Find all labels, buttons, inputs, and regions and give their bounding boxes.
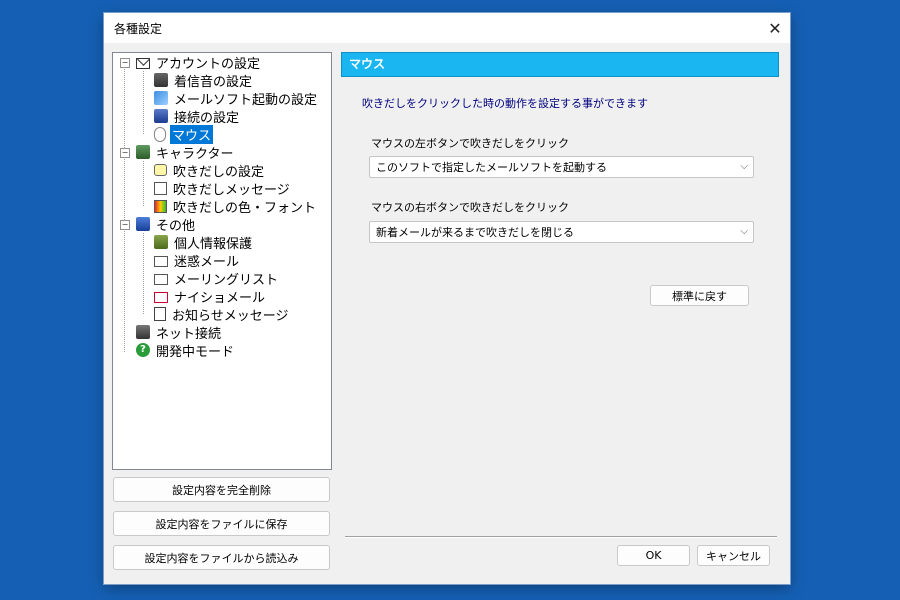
tree-item-label: 開発中モード	[156, 344, 235, 360]
right-click-action-value: 新着メールが来るまで吹きだしを閉じる	[376, 226, 574, 239]
right-click-label: マウスの右ボタンで吹きだしをクリック	[371, 201, 569, 214]
tree-item-label: 個人情報保護	[174, 236, 253, 252]
tree-item-other[interactable]: その他	[136, 215, 197, 234]
expand-toggle[interactable]: −	[120, 58, 130, 68]
expand-toggle[interactable]: −	[120, 148, 130, 158]
tree-item-balloon[interactable]: 吹きだしの設定	[154, 161, 266, 180]
close-icon[interactable]: ✕	[760, 13, 790, 43]
tree-item-label: 接続の設定	[174, 110, 240, 126]
tree-item-label: マウス	[170, 124, 214, 144]
spam-mail-icon	[154, 255, 168, 267]
notice-icon	[154, 307, 166, 321]
tree-connector	[124, 69, 125, 352]
window-title: 各種設定	[114, 22, 163, 36]
tree-item-notice[interactable]: お知らせメッセージ	[154, 305, 290, 324]
tree-item-balloon-color-font[interactable]: 吹きだしの色・フォント	[154, 197, 318, 216]
tree-item-account[interactable]: アカウントの設定	[136, 53, 262, 72]
settings-tree[interactable]: − − − アカウントの設定 着信音の設定 メールソフト起動の設定 接続の設定 …	[112, 52, 332, 470]
launch-icon	[154, 91, 168, 105]
tree-item-label: お知らせメッセージ	[172, 308, 289, 324]
tree-item-label: 吹きだしの設定	[173, 164, 265, 180]
save-to-file-button[interactable]: 設定内容をファイルに保存	[113, 511, 330, 536]
left-click-action-value: このソフトで指定したメールソフトを起動する	[376, 161, 607, 174]
tree-item-label: 着信音の設定	[174, 74, 253, 90]
connection-icon	[154, 109, 168, 123]
left-click-label: マウスの左ボタンで吹きだしをクリック	[371, 137, 569, 150]
tree-connector	[143, 161, 144, 206]
tree-item-connection[interactable]: 接続の設定	[154, 107, 241, 126]
tree-item-character[interactable]: キャラクター	[136, 143, 235, 162]
bell-icon	[154, 73, 168, 87]
tree-item-label: キャラクター	[156, 146, 234, 162]
mailing-list-icon	[154, 273, 168, 285]
left-click-action-select[interactable]: このソフトで指定したメールソフトを起動する ⌵	[369, 156, 754, 178]
tree-item-mouse[interactable]: マウス	[154, 124, 214, 144]
tree-item-label: その他	[156, 218, 196, 234]
reset-default-button[interactable]: 標準に戻す	[650, 285, 749, 306]
right-click-action-select[interactable]: 新着メールが来るまで吹きだしを閉じる ⌵	[369, 221, 754, 243]
tree-connector	[143, 233, 144, 314]
tree-item-label: 迷惑メール	[174, 254, 240, 270]
tree-connector	[143, 71, 144, 134]
settings-dialog: 各種設定 ✕ − − − アカウントの設定 着信音の設定 メールソフト起動の設定…	[104, 13, 790, 584]
footer-divider	[345, 536, 777, 538]
character-icon	[136, 145, 150, 159]
mail-account-icon	[136, 57, 150, 69]
ok-button[interactable]: OK	[617, 545, 690, 566]
network-icon	[136, 325, 150, 339]
tree-item-label: メールソフト起動の設定	[174, 92, 318, 108]
load-from-file-button[interactable]: 設定内容をファイルから読込み	[113, 545, 330, 570]
other-icon	[136, 217, 150, 231]
tree-item-label: 吹きだしメッセージ	[173, 182, 290, 198]
message-icon	[154, 181, 167, 195]
help-icon: ?	[136, 343, 150, 357]
tree-item-secret-mail[interactable]: ナイショメール	[154, 287, 267, 306]
panel-header: マウス	[341, 52, 779, 77]
color-font-icon	[154, 199, 167, 213]
panel-description: 吹きだしをクリックした時の動作を設定する事ができます	[362, 97, 648, 110]
tree-item-label: ナイショメール	[174, 290, 266, 306]
chevron-down-icon: ⌵	[740, 226, 748, 237]
tree-item-label: ネット接続	[156, 326, 222, 342]
privacy-icon	[154, 235, 168, 249]
tree-item-dev-mode[interactable]: ? 開発中モード	[136, 341, 236, 360]
tree-item-balloon-message[interactable]: 吹きだしメッセージ	[154, 179, 292, 198]
title-bar: 各種設定 ✕	[104, 13, 790, 43]
mouse-icon	[154, 126, 166, 142]
tree-item-label: アカウントの設定	[156, 56, 261, 72]
tree-item-mailing-list[interactable]: メーリングリスト	[154, 269, 280, 288]
cancel-button[interactable]: キャンセル	[697, 545, 770, 566]
balloon-icon	[154, 164, 167, 176]
delete-all-button[interactable]: 設定内容を完全削除	[113, 477, 330, 502]
tree-item-label: メーリングリスト	[174, 272, 279, 288]
tree-item-network[interactable]: ネット接続	[136, 323, 223, 342]
chevron-down-icon: ⌵	[740, 161, 748, 172]
tree-item-label: 吹きだしの色・フォント	[173, 200, 317, 216]
tree-item-spam[interactable]: 迷惑メール	[154, 251, 241, 270]
tree-item-privacy[interactable]: 個人情報保護	[154, 233, 254, 252]
tree-item-ringtone[interactable]: 着信音の設定	[154, 71, 254, 90]
expand-toggle[interactable]: −	[120, 220, 130, 230]
tree-item-mail-launch[interactable]: メールソフト起動の設定	[154, 89, 319, 108]
secret-mail-icon	[154, 291, 168, 303]
